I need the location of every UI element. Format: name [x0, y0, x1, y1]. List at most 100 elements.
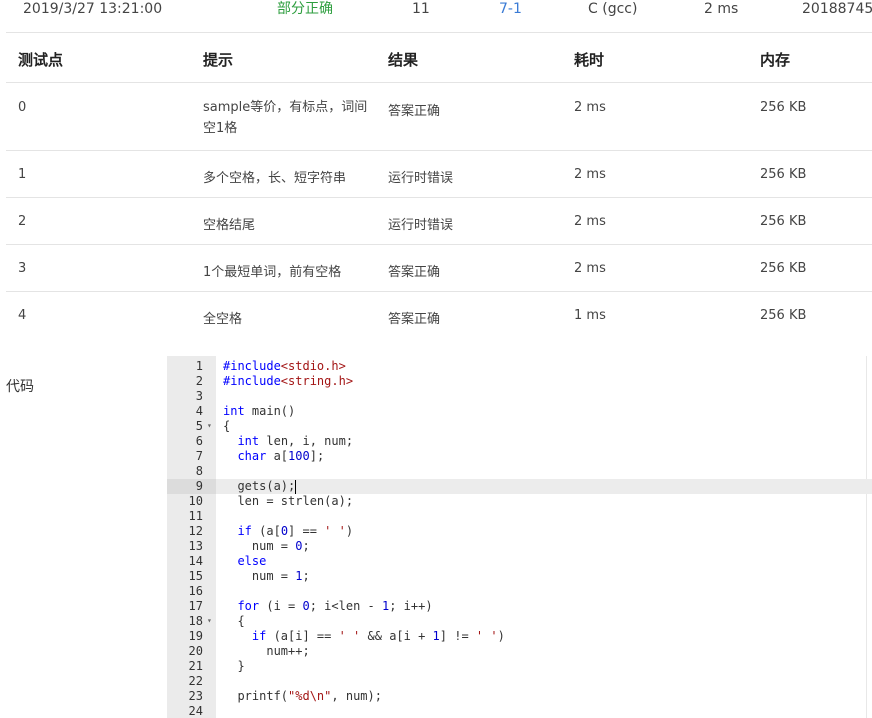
line-number: 21 [188, 659, 203, 673]
row-result: 答案正确 [388, 104, 441, 119]
row-id: 0 [18, 100, 27, 115]
code-line[interactable]: #include<string.h> [216, 374, 872, 389]
code-section-label: 代码 [6, 379, 34, 395]
table-row: 0 sample等价，有标点，词间空1格 答案正确 2 ms 256 KB [6, 82, 872, 150]
table-row: 2 空格结尾 运行时错误 2 ms 256 KB [6, 197, 872, 244]
line-number: 22 [188, 674, 203, 688]
code-line[interactable]: int main() [216, 404, 872, 419]
header-memory: 内存 [760, 51, 791, 69]
code-line[interactable]: #include<stdio.h> [216, 359, 872, 374]
table-header-row: 测试点 提示 结果 耗时 内存 [6, 32, 872, 82]
code-line[interactable] [216, 389, 872, 404]
table-row: 4 全空格 答案正确 1 ms 256 KB [6, 291, 872, 338]
submission-time: 2019/3/27 13:21:00 [23, 1, 163, 17]
line-number: 6 [195, 434, 203, 448]
line-number: 8 [195, 464, 203, 478]
code-line-active[interactable]: gets(a); [216, 479, 872, 494]
text-cursor [295, 479, 297, 494]
line-number: 7 [195, 449, 203, 463]
code-line[interactable]: char a[100]; [216, 449, 872, 464]
row-hint: 1个最短单词，前有空格 [203, 265, 342, 280]
code-line[interactable]: else [216, 554, 872, 569]
row-result: 运行时错误 [388, 218, 454, 233]
row-memory: 256 KB [760, 308, 807, 323]
code-line[interactable] [216, 584, 872, 599]
line-number: 19 [188, 629, 203, 643]
line-number: 18 [188, 614, 203, 628]
line-number: 17 [188, 599, 203, 613]
problem-link[interactable]: 7-1 [499, 0, 522, 18]
line-number: 13 [188, 539, 203, 553]
submission-user[interactable]: 20188745 [802, 0, 872, 18]
row-time: 2 ms [574, 167, 606, 182]
code-line[interactable]: num = 1; [216, 569, 872, 584]
line-number: 2 [195, 374, 203, 388]
submission-score: 11 [412, 1, 430, 17]
code-line[interactable] [216, 464, 872, 479]
code-line[interactable]: int len, i, num; [216, 434, 872, 449]
testcase-table: 测试点 提示 结果 耗时 内存 0 sample等价，有标点，词间空1格 答案正… [6, 32, 872, 338]
row-result: 答案正确 [388, 312, 441, 327]
row-id: 1 [18, 167, 27, 182]
line-number: 11 [188, 509, 203, 523]
line-number: 24 [188, 704, 203, 718]
table-row: 3 1个最短单词，前有空格 答案正确 2 ms 256 KB [6, 244, 872, 291]
code-line[interactable]: num++; [216, 644, 872, 659]
header-time: 耗时 [574, 51, 605, 69]
row-memory: 256 KB [760, 261, 807, 276]
header-result: 结果 [388, 51, 419, 69]
row-hint: sample等价，有标点，词间空1格 [203, 100, 368, 136]
row-time: 2 ms [574, 261, 606, 276]
submission-duration: 2 ms [704, 1, 739, 17]
row-id: 4 [18, 308, 27, 323]
fold-toggle-icon[interactable]: ▾ [207, 421, 212, 430]
row-hint: 空格结尾 [203, 218, 256, 233]
line-number: 10 [188, 494, 203, 508]
line-number: 9 [195, 479, 203, 493]
line-number: 4 [195, 404, 203, 418]
row-memory: 256 KB [760, 214, 807, 229]
row-time: 2 ms [574, 100, 606, 115]
code-line[interactable]: printf("%d\n", num); [216, 689, 872, 704]
row-id: 3 [18, 261, 27, 276]
row-result: 答案正确 [388, 265, 441, 280]
row-hint: 全空格 [203, 312, 243, 327]
code-editor[interactable]: 1 2 3 4 5 ▾ 6 7 8 9 10 11 12 13 14 15 16 17 18 ▾ 19 20 21 22 23 2… [167, 356, 872, 718]
line-number: 20 [188, 644, 203, 658]
row-hint: 多个空格，长、短字符串 [203, 171, 347, 186]
code-lines[interactable]: #include<stdio.h> #include<string.h> int m… [216, 356, 872, 718]
code-line[interactable]: } [216, 659, 872, 674]
line-number: 15 [188, 569, 203, 583]
row-memory: 256 KB [760, 100, 807, 115]
code-line[interactable]: { [216, 419, 872, 434]
line-number: 14 [188, 554, 203, 568]
header-hint: 提示 [203, 51, 234, 69]
row-time: 1 ms [574, 308, 606, 323]
line-number-gutter: 1 2 3 4 5 ▾ 6 7 8 9 10 11 12 13 14 15 16 17 18 ▾ 19 20 21 22 23 2… [167, 356, 216, 718]
submission-compiler: C (gcc) [588, 1, 638, 17]
code-line[interactable]: len = strlen(a); [216, 494, 872, 509]
row-id: 2 [18, 214, 27, 229]
header-testcase: 测试点 [18, 51, 64, 69]
table-row: 1 多个空格，长、短字符串 运行时错误 2 ms 256 KB [6, 150, 872, 197]
code-line[interactable]: if (a[0] == ' ') [216, 524, 872, 539]
row-time: 2 ms [574, 214, 606, 229]
submission-status: 部分正确 [277, 1, 333, 17]
code-line[interactable] [216, 509, 872, 524]
code-line[interactable] [216, 674, 872, 689]
code-line[interactable]: for (i = 0; i<len - 1; i++) [216, 599, 872, 614]
row-result: 运行时错误 [388, 171, 454, 186]
line-number: 5 [195, 419, 203, 433]
line-number: 16 [188, 584, 203, 598]
code-line[interactable] [216, 704, 872, 718]
submission-summary-row: 2019/3/27 13:21:00 部分正确 11 7-1 C (gcc) 2… [0, 0, 872, 24]
line-number: 3 [195, 389, 203, 403]
code-line[interactable]: if (a[i] == ' ' && a[i + 1] != ' ') [216, 629, 872, 644]
line-number: 12 [188, 524, 203, 538]
line-number: 1 [195, 359, 203, 373]
code-line[interactable]: num = 0; [216, 539, 872, 554]
row-memory: 256 KB [760, 167, 807, 182]
code-line[interactable]: { [216, 614, 872, 629]
fold-toggle-icon[interactable]: ▾ [207, 616, 212, 625]
line-number: 23 [188, 689, 203, 703]
